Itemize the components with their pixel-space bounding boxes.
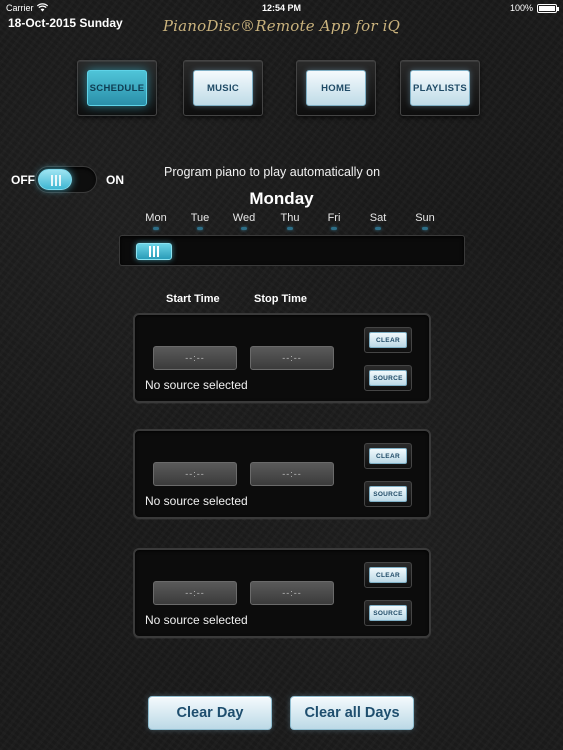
nav-home-label: HOME — [306, 70, 366, 106]
weekday-fri[interactable]: Fri — [314, 212, 354, 224]
battery-icon — [537, 4, 559, 13]
stop-time-field[interactable]: --:-- — [250, 462, 334, 486]
nav-music-label: MUSIC — [193, 70, 253, 106]
start-time-field[interactable]: --:-- — [153, 462, 237, 486]
clear-slot-label: CLEAR — [369, 567, 407, 583]
source-slot-button[interactable]: SOURCE — [364, 600, 412, 626]
day-indicator-dot — [287, 227, 293, 230]
toggle-on-label: ON — [106, 173, 124, 187]
toggle-knob[interactable] — [38, 169, 72, 190]
day-slider-thumb[interactable] — [136, 243, 172, 260]
clear-slot-button[interactable]: CLEAR — [364, 443, 412, 469]
battery-percent: 100% — [509, 3, 533, 13]
day-indicator-dot — [197, 227, 203, 230]
stop-time-header: Stop Time — [254, 293, 307, 305]
status-time: 12:54 PM — [261, 3, 302, 13]
weekday-sun[interactable]: Sun — [405, 212, 445, 224]
day-indicator-dot — [153, 227, 159, 230]
stop-time-field[interactable]: --:-- — [250, 581, 334, 605]
weekday-thu[interactable]: Thu — [270, 212, 310, 224]
weekday-mon[interactable]: Mon — [136, 212, 176, 224]
source-status: No source selected — [145, 378, 248, 392]
start-time-field[interactable]: --:-- — [153, 581, 237, 605]
status-bar: Carrier 12:54 PM 100% — [0, 0, 563, 16]
stop-time-field[interactable]: --:-- — [250, 346, 334, 370]
schedule-slot-1: --:-- --:-- No source selected CLEAR SOU… — [133, 313, 431, 403]
clear-slot-button[interactable]: CLEAR — [364, 327, 412, 353]
nav-playlists-label: PLAYLISTS — [410, 70, 470, 106]
source-slot-button[interactable]: SOURCE — [364, 481, 412, 507]
clear-all-days-button[interactable]: Clear all Days — [290, 696, 414, 730]
day-indicator-dot — [422, 227, 428, 230]
day-indicator-dot — [375, 227, 381, 230]
nav-schedule-button[interactable]: SCHEDULE — [77, 60, 157, 116]
start-time-field[interactable]: --:-- — [153, 346, 237, 370]
weekday-tue[interactable]: Tue — [180, 212, 220, 224]
nav-playlists-button[interactable]: PLAYLISTS — [400, 60, 480, 116]
clear-slot-label: CLEAR — [369, 332, 407, 348]
nav-music-button[interactable]: MUSIC — [183, 60, 263, 116]
clear-day-button[interactable]: Clear Day — [148, 696, 272, 730]
app-title: PianoDisc®Remote App for iQ — [162, 17, 401, 35]
day-indicator-dot — [331, 227, 337, 230]
clear-slot-button[interactable]: CLEAR — [364, 562, 412, 588]
source-slot-button[interactable]: SOURCE — [364, 365, 412, 391]
source-slot-label: SOURCE — [369, 605, 407, 621]
selected-day: Monday — [249, 189, 314, 208]
nav-schedule-label: SCHEDULE — [87, 70, 147, 106]
schedule-slot-2: --:-- --:-- No source selected CLEAR SOU… — [133, 429, 431, 519]
day-indicator-dot — [241, 227, 247, 230]
toggle-off-label: OFF — [11, 173, 35, 187]
source-status: No source selected — [145, 494, 248, 508]
nav-home-button[interactable]: HOME — [296, 60, 376, 116]
source-status: No source selected — [145, 613, 248, 627]
source-slot-label: SOURCE — [369, 370, 407, 386]
source-slot-label: SOURCE — [369, 486, 407, 502]
program-instructions: Program piano to play automatically on — [164, 165, 381, 179]
weekday-sat[interactable]: Sat — [358, 212, 398, 224]
weekday-wed[interactable]: Wed — [224, 212, 264, 224]
start-time-header: Start Time — [166, 293, 220, 305]
schedule-slot-3: --:-- --:-- No source selected CLEAR SOU… — [133, 548, 431, 638]
clear-slot-label: CLEAR — [369, 448, 407, 464]
